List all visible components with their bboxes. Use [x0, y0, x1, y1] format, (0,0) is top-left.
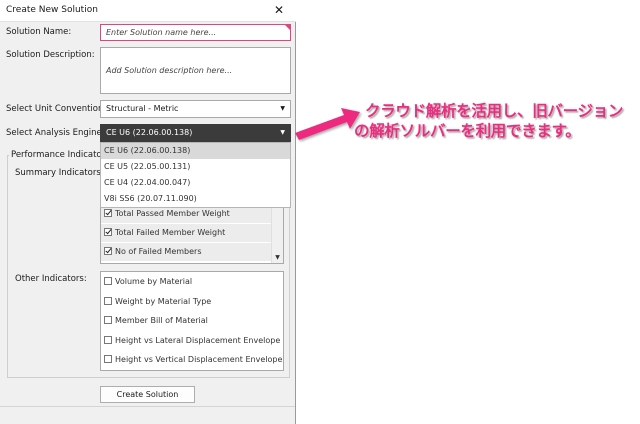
- solution-name-label: Solution Name:: [6, 27, 72, 37]
- checkbox-icon[interactable]: [104, 277, 112, 285]
- other-item-weight-by-material-type[interactable]: Weight by Material Type: [101, 293, 283, 311]
- unit-convention-label: Select Unit Convention:: [6, 104, 107, 114]
- summary-item-total-failed-member-weight[interactable]: Total Failed Member Weight: [101, 224, 273, 242]
- other-item-label: Height vs Lateral Displacement Envelope: [115, 335, 281, 345]
- checkbox-icon[interactable]: [104, 316, 112, 324]
- solution-description-placeholder: Add Solution description here...: [106, 66, 233, 75]
- other-item-height-vs-lateral-displacement[interactable]: Height vs Lateral Displacement Envelope: [101, 332, 283, 350]
- other-item-label: Weight by Material Type: [115, 296, 212, 306]
- solution-name-placeholder: Enter Solution name here...: [106, 28, 217, 37]
- checkbox-checked-icon[interactable]: [104, 247, 112, 255]
- analysis-engine-label: Select Analysis Engine:: [6, 128, 105, 138]
- checkbox-icon[interactable]: [104, 355, 112, 363]
- other-item-member-bill-of-material[interactable]: Member Bill of Material: [101, 312, 283, 330]
- dialog-title: Create New Solution: [6, 5, 98, 15]
- solution-description-input[interactable]: Add Solution description here...: [100, 47, 291, 94]
- other-item-label: Member Bill of Material: [115, 316, 208, 325]
- engine-option-ce-u6[interactable]: CE U6 (22.06.00.138): [101, 143, 290, 159]
- summary-item-label: Total Passed Member Weight: [115, 209, 230, 218]
- checkbox-checked-icon[interactable]: [104, 228, 112, 236]
- footer-divider: [0, 406, 295, 407]
- analysis-engine-dropdown-list[interactable]: CE U6 (22.06.00.138) CE U5 (22.05.00.131…: [100, 142, 291, 208]
- other-indicators-list[interactable]: Volume by Material Weight by Material Ty…: [100, 271, 284, 371]
- title-bar: Create New Solution ✕: [0, 0, 296, 22]
- create-solution-button[interactable]: Create Solution: [100, 386, 195, 403]
- other-item-label: Volume by Material: [115, 277, 193, 286]
- summary-item-no-of-failed-members[interactable]: No of Failed Members: [101, 243, 273, 261]
- summary-indicators-label: Summary Indicators:: [15, 168, 104, 178]
- checkbox-icon[interactable]: [104, 335, 112, 344]
- checkbox-checked-icon[interactable]: [104, 209, 112, 217]
- required-marker: [285, 25, 290, 30]
- create-solution-dialog: Create New Solution ✕ Solution Name: Ent…: [0, 0, 296, 424]
- chevron-down-icon: ▼: [280, 129, 285, 136]
- callout-text-line-1: クラウド解析を活用し、旧バージョン: [365, 102, 624, 120]
- unit-convention-select[interactable]: Structural - Metric ▼: [100, 100, 291, 118]
- analysis-engine-select[interactable]: CE U6 (22.06.00.138) ▼: [100, 124, 291, 142]
- other-indicators-label: Other Indicators:: [15, 274, 87, 284]
- close-icon[interactable]: ✕: [262, 0, 296, 21]
- solution-name-input[interactable]: Enter Solution name here...: [100, 24, 291, 41]
- summary-item-label: No of Failed Members: [115, 247, 202, 256]
- engine-option-ce-u4[interactable]: CE U4 (22.04.00.047): [101, 175, 290, 191]
- solution-description-label: Solution Description:: [6, 50, 95, 60]
- callout-text-line-2: の解析ソルバーを利用できます。: [354, 122, 581, 140]
- other-item-label: Height vs Vertical Displacement Envelope: [115, 355, 283, 364]
- unit-convention-value: Structural - Metric: [106, 104, 179, 113]
- performance-indicators-label: Performance Indicators:: [9, 150, 115, 160]
- analysis-engine-value: CE U6 (22.06.00.138): [106, 128, 193, 137]
- other-item-height-vs-vertical-displacement[interactable]: Height vs Vertical Displacement Envelope: [101, 351, 283, 369]
- summary-item-label: Total Failed Member Weight: [115, 228, 226, 237]
- engine-option-ce-u5[interactable]: CE U5 (22.05.00.131): [101, 159, 290, 175]
- checkbox-icon[interactable]: [104, 296, 112, 305]
- scroll-down-arrow-icon[interactable]: ▼: [272, 252, 283, 263]
- engine-option-v8i-ss6[interactable]: V8i SS6 (20.07.11.090): [101, 191, 290, 207]
- chevron-down-icon: ▼: [280, 105, 285, 112]
- other-item-volume-by-material[interactable]: Volume by Material: [101, 273, 283, 291]
